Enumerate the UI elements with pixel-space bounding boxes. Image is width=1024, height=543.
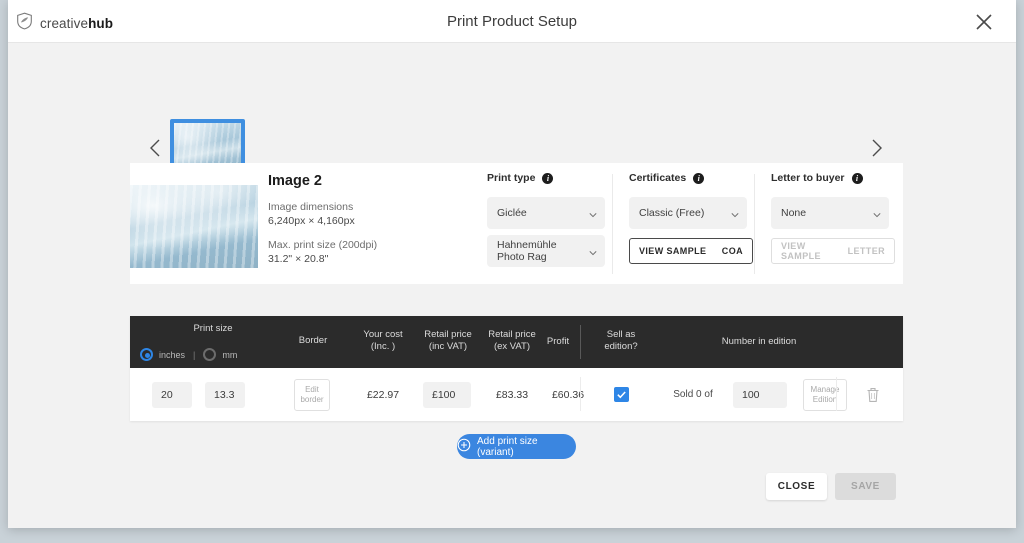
modal-titlebar: creativehub Print Product Setup: [8, 0, 1016, 43]
certificates-column: Certificates i Classic (Free) VIEW SAMPL…: [612, 172, 753, 274]
info-icon[interactable]: i: [851, 172, 863, 184]
page-title: Print Product Setup: [446, 13, 578, 30]
trash-icon[interactable]: [865, 386, 881, 404]
print-variants-table: Print size inches | mm Border Your cost …: [130, 316, 903, 421]
unit-separator: |: [193, 349, 196, 360]
print-width-cell: 20: [142, 368, 202, 421]
view-sample-letter-label: VIEW SAMPLE: [781, 241, 821, 261]
view-sample-coa-suffix: COA: [721, 246, 743, 256]
view-sample-coa-label: VIEW SAMPLE: [639, 246, 707, 256]
max-print-size-value: 31.2" × 20.8": [268, 253, 329, 265]
col-header-number-in-edition: Number in edition: [721, 336, 797, 347]
letter-to-buyer-header: Letter to buyer i: [771, 172, 895, 184]
save-button: SAVE: [835, 473, 896, 500]
chevron-down-icon: [731, 210, 739, 218]
print-type-header: Print type i: [487, 172, 605, 184]
print-height-input[interactable]: 13.3: [205, 381, 245, 408]
retail-inc-vat-input[interactable]: £100: [423, 381, 471, 408]
sold-label: Sold 0 of: [673, 389, 713, 400]
letter-to-buyer-select[interactable]: None: [771, 197, 889, 229]
col-header-print-size: Print size: [193, 323, 233, 334]
print-paper-value: Hahnemühle Photo Rag: [497, 239, 557, 263]
chevron-down-icon: [589, 248, 597, 256]
radio-inches-label: inches: [159, 349, 186, 360]
sell-as-edition-cell: [582, 368, 660, 421]
view-sample-letter-button: VIEW SAMPLE LETTER: [771, 238, 895, 264]
sell-as-edition-checkbox[interactable]: [613, 387, 629, 402]
view-sample-coa-button[interactable]: VIEW SAMPLE COA: [629, 238, 753, 264]
table-row: 20 13.3 Edit border £22.97 £100 £83.33 £…: [130, 368, 903, 421]
chevron-left-icon[interactable]: [143, 135, 169, 161]
radio-mm-label: mm: [222, 349, 238, 360]
print-process-select[interactable]: Giclée: [487, 197, 605, 229]
product-preview-image: [130, 185, 258, 268]
print-paper-select[interactable]: Hahnemühle Photo Rag: [487, 235, 605, 267]
view-sample-letter-suffix: LETTER: [847, 246, 885, 256]
print-type-label: Print type: [487, 172, 536, 184]
screen: creativehub Print Product Setup Image 2 …: [0, 0, 1024, 543]
max-print-size-label: Max. print size (200dpi): [268, 239, 378, 251]
col-header-sell-as-edition: Sell as edition?: [604, 329, 638, 352]
dimensions-value: 6,240px × 4,160px: [268, 215, 355, 227]
unit-toggle: inches | mm: [140, 348, 237, 361]
row-divider: [580, 377, 581, 411]
check-icon: [616, 391, 626, 399]
dimensions-label: Image dimensions: [268, 201, 354, 213]
image-title: Image 2: [268, 173, 322, 189]
chevron-right-icon[interactable]: [863, 135, 889, 161]
plus-circle-icon: [457, 438, 471, 455]
print-height-cell: 13.3: [195, 368, 255, 421]
close-button[interactable]: CLOSE: [766, 473, 827, 500]
footer-actions: CLOSE SAVE: [766, 473, 896, 500]
letter-to-buyer-value: None: [781, 207, 807, 219]
edit-border-button[interactable]: Edit border: [294, 378, 330, 411]
radio-inches[interactable]: [140, 348, 153, 361]
info-icon[interactable]: i: [542, 172, 554, 184]
chevron-down-icon: [589, 210, 597, 218]
info-icon[interactable]: i: [693, 172, 705, 184]
delete-row-cell: [842, 368, 903, 421]
chevron-down-icon: [873, 210, 881, 218]
certificates-header: Certificates i: [629, 172, 753, 184]
sold-count-cell: Sold 0 of: [658, 368, 728, 421]
add-print-size-variant-button[interactable]: Add print size (variant): [457, 434, 576, 459]
image-info: Image 2 Image dimensions 6,240px × 4,160…: [268, 173, 377, 265]
certificate-select[interactable]: Classic (Free): [629, 197, 747, 229]
your-cost-value: £22.97: [366, 388, 400, 401]
print-type-column: Print type i Giclée Hahnemühle Photo Rag: [487, 172, 605, 267]
print-process-value: Giclée: [497, 207, 527, 219]
add-print-size-label: Add print size (variant): [477, 435, 538, 458]
radio-mm[interactable]: [203, 348, 217, 361]
product-detail-card: Image 2 Image dimensions 6,240px × 4,160…: [130, 163, 903, 284]
edition-size-cell: 100: [725, 368, 795, 421]
row-divider-right: [836, 377, 837, 411]
certificates-label: Certificates: [629, 172, 687, 184]
table-header-row: Print size inches | mm Border Your cost …: [130, 316, 903, 368]
print-width-input[interactable]: 20: [152, 381, 192, 408]
edition-size-input[interactable]: 100: [733, 381, 787, 408]
certificate-value: Classic (Free): [639, 207, 705, 219]
letter-to-buyer-label: Letter to buyer: [771, 172, 845, 184]
print-product-setup-modal: creativehub Print Product Setup Image 2 …: [8, 0, 1016, 528]
image-carousel: [8, 43, 1016, 173]
letter-to-buyer-column: Letter to buyer i None VIEW SAMPLE LETTE…: [754, 172, 895, 274]
manage-edition-button[interactable]: Manage Edition: [803, 378, 847, 411]
close-icon[interactable]: [972, 10, 996, 34]
header-divider: [580, 325, 581, 359]
